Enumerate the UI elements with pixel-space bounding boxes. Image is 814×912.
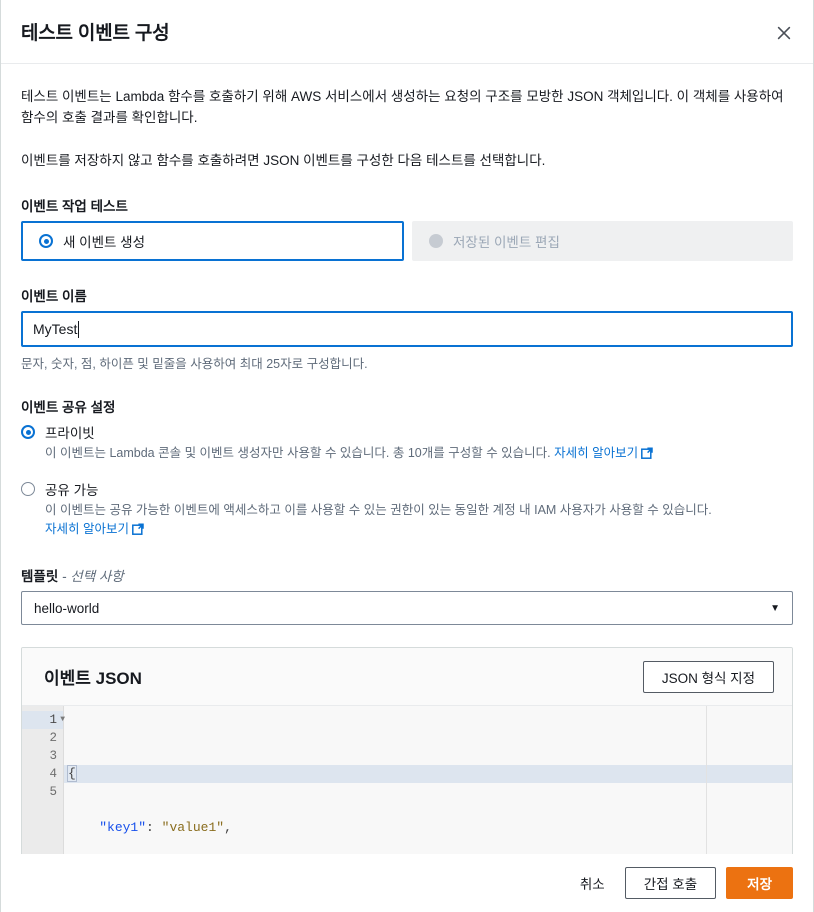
template-label-main: 템플릿 xyxy=(21,569,59,584)
cancel-button[interactable]: 취소 xyxy=(570,867,615,899)
event-json-header: 이벤트 JSON JSON 형식 지정 xyxy=(22,648,792,706)
radio-label-private: 프라이빗 xyxy=(45,426,95,441)
line-number: 5 xyxy=(49,785,57,799)
close-icon xyxy=(776,25,792,41)
event-json-editor[interactable]: 1▼ 2 3 4 5 { "key1": "value1", "key2": "… xyxy=(22,706,792,854)
radio-option-private[interactable]: 프라이빗 이 이벤트는 Lambda 콘솔 및 이벤트 생성자만 사용할 수 있… xyxy=(21,422,793,465)
sharing-settings-group: 이벤트 공유 설정 프라이빗 이 이벤트는 Lambda 콘솔 및 이벤트 생성… xyxy=(21,396,793,541)
test-action-group: 이벤트 작업 테스트 새 이벤트 생성 저장된 이벤트 편집 xyxy=(21,195,793,261)
print-margin-guide xyxy=(706,706,707,854)
event-json-card: 이벤트 JSON JSON 형식 지정 1 ▼ 2 3 4 5 { "key1":… xyxy=(21,647,793,854)
line-number: 3 xyxy=(49,749,57,763)
template-label-optional: - 선택 사항 xyxy=(62,569,124,584)
save-button[interactable]: 저장 xyxy=(726,867,793,899)
invoke-button[interactable]: 간접 호출 xyxy=(624,867,717,899)
test-event-dialog: 테스트 이벤트 구성 테스트 이벤트는 Lambda 함수를 호출하기 위해 A… xyxy=(0,0,814,912)
radio-indicator-selected xyxy=(39,234,53,248)
template-select[interactable]: hello-world ▼ xyxy=(21,591,793,625)
text-caret xyxy=(78,320,80,338)
event-json-title: 이벤트 JSON xyxy=(44,669,142,688)
event-name-value: MyTest xyxy=(33,321,78,337)
external-link-icon xyxy=(641,446,653,465)
radio-indicator-disabled xyxy=(429,234,443,248)
editor-gutter: 1 ▼ 2 3 4 5 xyxy=(22,706,65,854)
radio-description-text: 이 이벤트는 Lambda 콘솔 및 이벤트 생성자만 사용할 수 있습니다. … xyxy=(45,446,551,460)
code-line: { xyxy=(64,765,792,783)
code-line: "key1": "value1", xyxy=(64,819,792,837)
radio-tile-create-new-event[interactable]: 새 이벤트 생성 xyxy=(21,221,404,261)
code-token-value: "value1" xyxy=(161,820,225,835)
radio-label-shareable: 공유 가능 xyxy=(45,483,99,498)
radio-description-private: 이 이벤트는 Lambda 콘솔 및 이벤트 생성자만 사용할 수 있습니다. … xyxy=(45,444,793,465)
dialog-header: 테스트 이벤트 구성 xyxy=(1,0,813,64)
dialog-footer: 취소 간접 호출 저장 xyxy=(1,854,813,912)
radio-description-text: 이 이벤트는 공유 가능한 이벤트에 액세스하고 이를 사용할 수 있는 권한이… xyxy=(45,503,712,517)
learn-more-label: 자세히 알아보기 xyxy=(45,522,129,536)
radio-option-shareable[interactable]: 공유 가능 이 이벤트는 공유 가능한 이벤트에 액세스하고 이를 사용할 수 … xyxy=(21,479,793,541)
sharing-settings-label: 이벤트 공유 설정 xyxy=(21,400,116,415)
external-link-icon xyxy=(132,522,144,541)
radio-tile-label: 새 이벤트 생성 xyxy=(63,235,146,250)
event-name-input[interactable]: MyTest xyxy=(21,311,793,347)
template-group: 템플릿 - 선택 사항 hello-world ▼ xyxy=(21,565,793,625)
code-token-key: "key1" xyxy=(99,820,147,835)
learn-more-label: 자세히 알아보기 xyxy=(554,446,639,460)
description-paragraph-1: 테스트 이벤트는 Lambda 함수를 호출하기 위해 AWS 서비스에서 생성… xyxy=(21,89,784,125)
radio-tile-edit-saved-event: 저장된 이벤트 편집 xyxy=(412,221,793,261)
radio-description-shareable: 이 이벤트는 공유 가능한 이벤트에 액세스하고 이를 사용할 수 있는 권한이… xyxy=(45,501,793,541)
radio-indicator-selected xyxy=(21,425,35,439)
test-action-label: 이벤트 작업 테스트 xyxy=(21,199,128,214)
line-number: 1 ▼ xyxy=(22,711,65,729)
radio-indicator-unselected xyxy=(21,482,35,496)
format-json-button[interactable]: JSON 형식 지정 xyxy=(642,660,774,693)
test-action-tiles: 새 이벤트 생성 저장된 이벤트 편집 xyxy=(21,221,793,261)
line-number: 2 xyxy=(49,731,57,745)
event-name-group: 이벤트 이름 MyTest 문자, 숫자, 점, 하이픈 및 밑줄을 사용하여 … xyxy=(21,285,793,372)
chevron-down-icon: ▼ xyxy=(770,602,780,614)
code-token-colon: : xyxy=(146,820,162,835)
event-name-label: 이벤트 이름 xyxy=(21,289,87,304)
template-label: 템플릿 - 선택 사항 xyxy=(21,565,793,585)
learn-more-link-shareable[interactable]: 자세히 알아보기 xyxy=(45,522,144,536)
close-button[interactable] xyxy=(769,18,799,48)
code-token-comma: , xyxy=(224,820,232,835)
code-token-brace-open: { xyxy=(67,765,77,782)
description-paragraph-2: 이벤트를 저장하지 않고 함수를 호출하려면 JSON 이벤트를 구성한 다음 … xyxy=(21,153,546,168)
event-name-hint: 문자, 숫자, 점, 하이픈 및 밑줄을 사용하여 최대 25자로 구성합니다. xyxy=(21,357,368,371)
editor-code-area[interactable]: { "key1": "value1", "key2": "value2", "k… xyxy=(64,706,792,854)
template-selected-value: hello-world xyxy=(34,600,100,616)
line-number: 4 xyxy=(49,767,57,781)
learn-more-link-private[interactable]: 자세히 알아보기 xyxy=(554,446,653,460)
page-title: 테스트 이벤트 구성 xyxy=(21,23,170,44)
radio-tile-label: 저장된 이벤트 편집 xyxy=(453,235,560,250)
dialog-body: 테스트 이벤트는 Lambda 함수를 호출하기 위해 AWS 서비스에서 생성… xyxy=(1,64,813,854)
